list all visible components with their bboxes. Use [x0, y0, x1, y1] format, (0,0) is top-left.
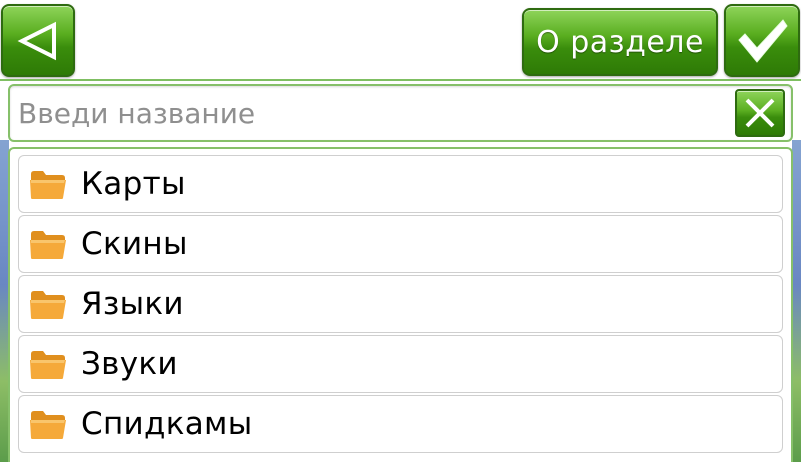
list-item-maps[interactable]: Карты	[18, 155, 783, 213]
folder-icon	[30, 171, 66, 199]
folder-icon	[30, 411, 66, 439]
search-box	[8, 84, 793, 142]
screen: О разделе Карты	[0, 0, 801, 462]
list-item-label: Скины	[81, 226, 188, 262]
folder-icon	[30, 231, 66, 259]
confirm-button[interactable]	[724, 4, 800, 77]
list-item-label: Языки	[81, 286, 184, 322]
list-item-sounds[interactable]: Звуки	[18, 335, 783, 393]
close-x-icon	[745, 98, 775, 128]
list-item-label: Карты	[81, 166, 186, 202]
background-edge-right	[792, 140, 801, 462]
list-item-label: Звуки	[81, 346, 178, 382]
header-divider	[0, 79, 801, 81]
folder-list: Карты Скины Языки Звуки Спидкамы	[8, 147, 793, 462]
triangle-left-outline-icon	[17, 21, 56, 60]
folder-icon	[30, 351, 66, 379]
about-section-button[interactable]: О разделе	[522, 8, 718, 76]
list-item-skins[interactable]: Скины	[18, 215, 783, 273]
search-input[interactable]	[18, 92, 728, 134]
list-item-speedcams[interactable]: Спидкамы	[18, 395, 783, 453]
list-item-label: Спидкамы	[81, 406, 253, 442]
list-item-languages[interactable]: Языки	[18, 275, 783, 333]
about-section-label: О разделе	[536, 24, 704, 60]
clear-search-button[interactable]	[735, 89, 785, 137]
back-button[interactable]	[1, 4, 75, 77]
folder-icon	[30, 291, 66, 319]
checkmark-icon	[738, 18, 788, 63]
